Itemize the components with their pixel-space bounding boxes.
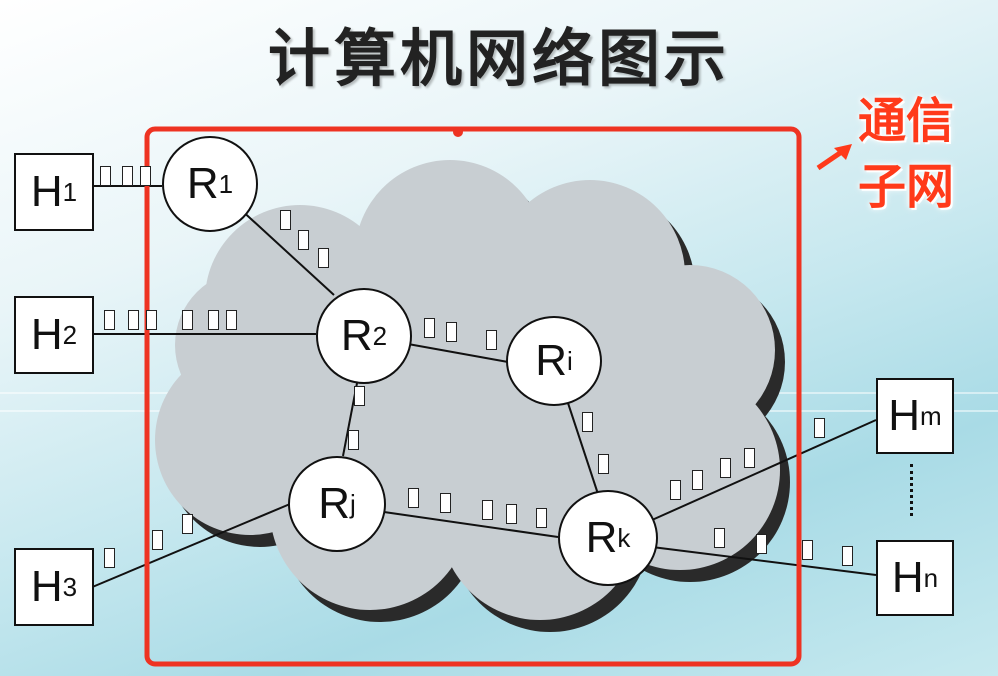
packet-icon	[842, 546, 853, 566]
packet-icon	[446, 322, 457, 342]
arrow-icon	[816, 144, 852, 171]
router-r1: R1	[162, 136, 258, 232]
packet-icon	[122, 166, 133, 186]
packet-icon	[692, 470, 703, 490]
packet-icon	[536, 508, 547, 528]
packet-icon	[598, 454, 609, 474]
router-r2: R2	[316, 288, 412, 384]
frame-marker	[453, 127, 463, 137]
packet-icon	[440, 493, 451, 513]
packet-icon	[104, 548, 115, 568]
subnet-label: 通信 子网	[858, 88, 988, 220]
packet-icon	[100, 166, 111, 186]
packet-icon	[720, 458, 731, 478]
packet-icon	[802, 540, 813, 560]
packet-icon	[670, 480, 681, 500]
packet-icon	[128, 310, 139, 330]
packet-icon	[408, 488, 419, 508]
packet-icon	[756, 534, 767, 554]
packet-icon	[486, 330, 497, 350]
host-h2: H2	[14, 296, 94, 374]
packet-icon	[582, 412, 593, 432]
ellipsis-dots	[910, 464, 913, 516]
packet-icon	[298, 230, 309, 250]
packet-icon	[146, 310, 157, 330]
packet-icon	[814, 418, 825, 438]
network-diagram	[89, 126, 877, 667]
packet-icon	[152, 530, 163, 550]
router-ri: Ri	[506, 316, 602, 406]
packet-icon	[506, 504, 517, 524]
host-hn: Hn	[876, 540, 954, 616]
host-h1: H1	[14, 153, 94, 231]
packet-icon	[182, 310, 193, 330]
host-hm: Hm	[876, 378, 954, 454]
subnet-label-line-1: 通信	[858, 93, 955, 149]
packet-icon	[424, 318, 435, 338]
packet-icon	[354, 386, 365, 406]
packet-icon	[208, 310, 219, 330]
packet-icon	[104, 310, 115, 330]
packet-icon	[226, 310, 237, 330]
packet-icon	[182, 514, 193, 534]
packet-icon	[744, 448, 755, 468]
packet-icon	[280, 210, 291, 230]
packet-icon	[140, 166, 151, 186]
router-rk: Rk	[558, 490, 658, 586]
packet-icon	[714, 528, 725, 548]
host-h3: H3	[14, 548, 94, 626]
subnet-label-line-2: 子网	[858, 159, 955, 215]
router-rj: Rj	[288, 456, 386, 552]
packet-icon	[482, 500, 493, 520]
packet-icon	[348, 430, 359, 450]
packet-icon	[318, 248, 329, 268]
